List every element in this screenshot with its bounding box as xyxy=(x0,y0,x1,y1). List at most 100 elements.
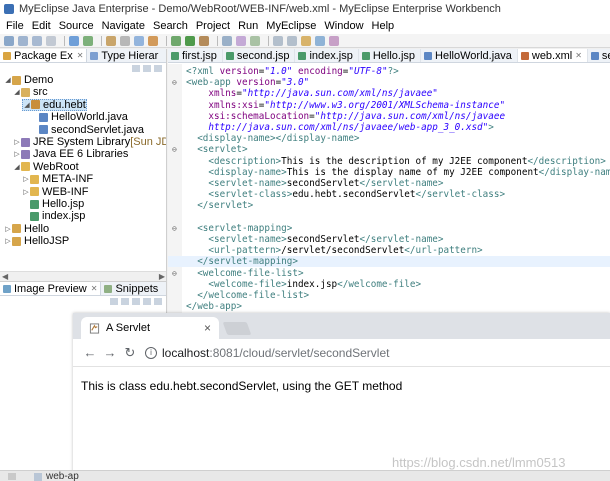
minimize-icon[interactable] xyxy=(143,297,151,305)
task-icon[interactable] xyxy=(236,35,246,46)
fold-toggle-icon[interactable]: ⊖ xyxy=(172,144,177,155)
tree-item[interactable]: secondServlet.java xyxy=(31,124,144,136)
back-icon[interactable] xyxy=(273,35,283,46)
editor-tab[interactable]: secondSe xyxy=(588,49,610,62)
view-menu-icon[interactable] xyxy=(154,65,162,72)
code-token: <servlet-name> xyxy=(208,178,287,189)
editor-tab[interactable]: Hello.jsp xyxy=(359,49,422,62)
zoom-in-icon[interactable] xyxy=(110,297,118,305)
tab-type-hierarchy[interactable]: Type Hierar xyxy=(87,49,161,62)
deploy-icon[interactable] xyxy=(69,35,79,46)
tree-item[interactable]: ◢ Demo xyxy=(4,74,53,86)
java-ee-perspective-icon[interactable] xyxy=(315,35,325,46)
scroll-left-icon[interactable]: ◀ xyxy=(2,272,8,281)
code-token: <display-name> xyxy=(208,166,287,178)
editor-tab[interactable]: index.jsp xyxy=(295,49,359,62)
save-icon[interactable] xyxy=(18,35,28,46)
tree-item[interactable]: ▷ Java EE 6 Libraries xyxy=(13,148,128,160)
save-all-icon[interactable] xyxy=(32,35,42,46)
expanded-twisty-icon[interactable]: ◢ xyxy=(13,163,21,171)
collapsed-twisty-icon[interactable]: ▷ xyxy=(4,237,12,245)
fast-view-icon[interactable] xyxy=(8,473,16,480)
code-line: <welcome-file-list> xyxy=(186,268,303,279)
forward-icon[interactable] xyxy=(287,35,297,46)
editor-tab[interactable]: HelloWorld.java xyxy=(421,49,518,62)
expanded-twisty-icon[interactable]: ◢ xyxy=(13,88,21,96)
maximize-icon[interactable] xyxy=(154,297,162,305)
collapsed-twisty-icon[interactable]: ▷ xyxy=(22,175,30,183)
tree-item[interactable]: ▷ HelloJSP xyxy=(4,235,69,247)
close-icon[interactable]: ✕ xyxy=(575,51,582,60)
tab-image-preview[interactable]: Image Preview ✕ xyxy=(0,282,102,295)
tree-item[interactable]: ▷ WEB-INF xyxy=(22,186,88,198)
tree-item[interactable]: ◢ edu.hebt xyxy=(22,98,87,111)
forward-arrow-icon[interactable]: → xyxy=(101,345,119,360)
fold-toggle-icon[interactable]: ⊖ xyxy=(172,77,177,88)
debug-icon[interactable] xyxy=(171,35,181,46)
new-icon[interactable] xyxy=(4,35,14,46)
menu-window[interactable]: Window xyxy=(320,20,367,32)
close-icon[interactable]: ✕ xyxy=(91,284,98,293)
reload-icon[interactable]: ↻ xyxy=(121,345,139,361)
menu-run[interactable]: Run xyxy=(234,20,262,32)
collapse-all-icon[interactable] xyxy=(132,65,140,72)
link-with-editor-icon[interactable] xyxy=(143,65,151,72)
external-tools-icon[interactable] xyxy=(199,35,209,46)
zoom-out-icon[interactable] xyxy=(121,297,129,305)
collapsed-twisty-icon[interactable]: ▷ xyxy=(13,138,21,146)
collapsed-twisty-icon[interactable]: ▷ xyxy=(4,225,12,233)
fold-toggle-icon[interactable]: ⊖ xyxy=(172,223,177,234)
menu-navigate[interactable]: Navigate xyxy=(98,20,149,32)
collapsed-twisty-icon[interactable]: ▷ xyxy=(22,188,30,196)
horizontal-scrollbar[interactable]: ◀ ▶ xyxy=(0,271,166,281)
menu-search[interactable]: Search xyxy=(149,20,192,32)
perspective-icon[interactable] xyxy=(301,35,311,46)
tree-item[interactable]: ▷ META-INF xyxy=(22,173,93,185)
menu-edit[interactable]: Edit xyxy=(28,20,55,32)
menu-file[interactable]: File xyxy=(2,20,28,32)
expanded-twisty-icon[interactable]: ◢ xyxy=(23,101,31,109)
bottom-editor-tab[interactable]: web-ap xyxy=(34,471,79,481)
tree-item[interactable]: ▷ Hello xyxy=(4,223,49,235)
tree-item[interactable]: ◢ src xyxy=(13,86,47,98)
new-tab-button[interactable] xyxy=(222,322,252,335)
back-arrow-icon[interactable]: ← xyxy=(81,345,99,360)
tool-icon[interactable] xyxy=(148,35,158,46)
tree-item[interactable]: index.jsp xyxy=(22,210,85,222)
editor-tab[interactable]: first.jsp xyxy=(168,49,223,62)
fold-toggle-icon[interactable]: ⊖ xyxy=(172,268,177,279)
collapsed-twisty-icon[interactable]: ▷ xyxy=(13,150,21,158)
browser-icon[interactable] xyxy=(134,35,144,46)
search-icon[interactable] xyxy=(222,35,232,46)
address-bar[interactable]: localhost:8081/cloud/servlet/secondServl… xyxy=(162,346,389,360)
tree-item[interactable]: Hello.jsp xyxy=(22,198,84,210)
code-line: xmlns:xsi="http://www.w3.org/2001/XMLSch… xyxy=(186,100,505,111)
scroll-right-icon[interactable]: ▶ xyxy=(159,272,165,281)
open-type-icon[interactable] xyxy=(120,35,130,46)
debug-perspective-icon[interactable] xyxy=(329,35,339,46)
menu-myeclipse[interactable]: MyEclipse xyxy=(262,20,320,32)
tab-snippets[interactable]: Snippets xyxy=(101,282,161,295)
menu-help[interactable]: Help xyxy=(368,20,399,32)
fit-icon[interactable] xyxy=(132,297,140,305)
print-icon[interactable] xyxy=(46,35,56,46)
tree-item[interactable]: ◢ WebRoot xyxy=(13,161,78,173)
server-icon[interactable] xyxy=(83,35,93,46)
editor-tab[interactable]: second.jsp xyxy=(223,49,296,62)
editor-tab[interactable]: web.xml ✕ xyxy=(517,49,588,62)
annotation-icon[interactable] xyxy=(250,35,260,46)
expanded-twisty-icon[interactable]: ◢ xyxy=(4,76,12,84)
menu-source[interactable]: Source xyxy=(55,20,98,32)
new-project-icon[interactable] xyxy=(106,35,116,46)
close-tab-icon[interactable]: × xyxy=(204,321,211,335)
tree-item[interactable]: HelloWorld.java xyxy=(31,111,128,123)
close-icon[interactable]: ✕ xyxy=(77,51,84,60)
tree-item[interactable]: ▷ JRE System Library [Sun JDK 1.6.0 xyxy=(13,136,166,148)
run-icon[interactable] xyxy=(185,35,195,46)
menu-project[interactable]: Project xyxy=(192,20,234,32)
code-area[interactable]: <?xml version="1.0" encoding="UTF-8"?> ⊖ <… xyxy=(168,64,610,314)
info-icon[interactable]: i xyxy=(145,346,157,359)
tab-package-explorer[interactable]: Package Ex ✕ xyxy=(0,49,88,62)
browser-tab[interactable]: A Servlet × xyxy=(81,317,219,339)
